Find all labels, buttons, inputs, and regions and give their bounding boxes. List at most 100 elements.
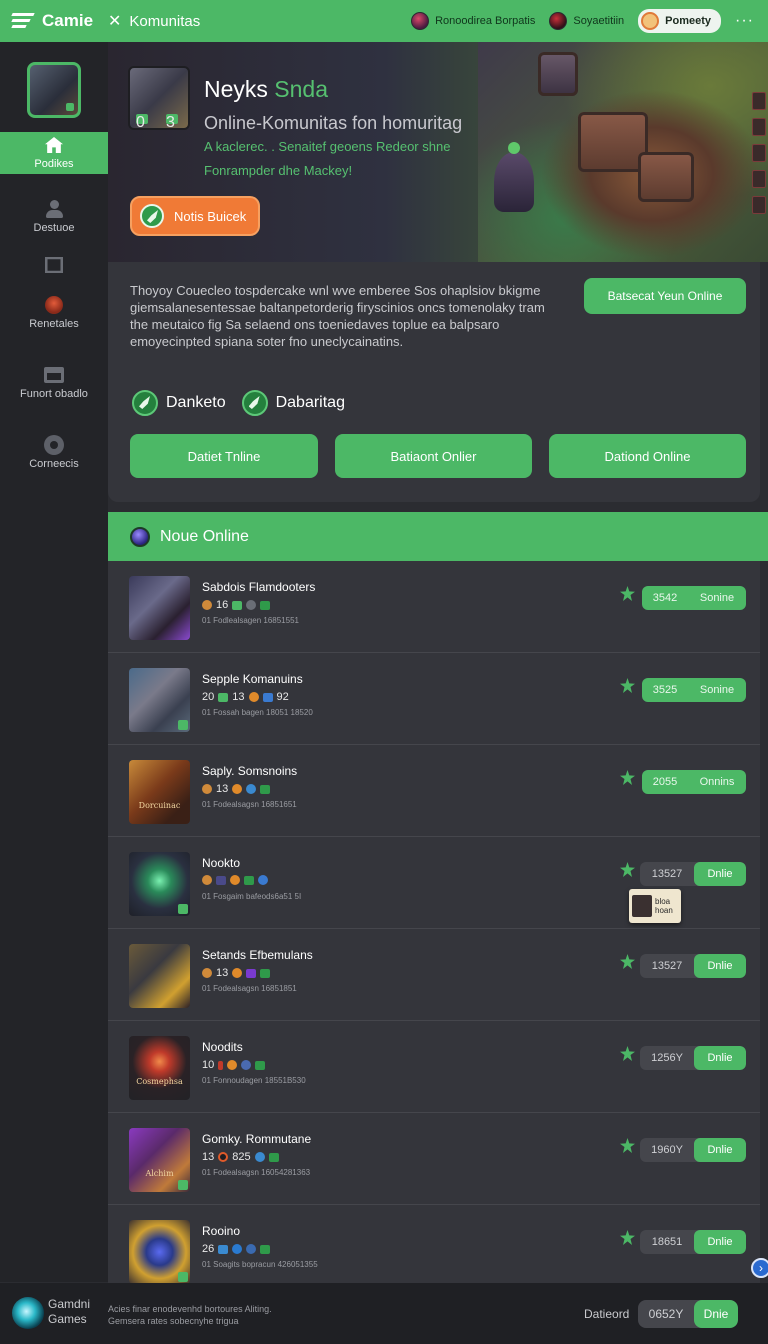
sidebar-item-label: Funort obadlo bbox=[20, 388, 88, 400]
sidebar-item-funort[interactable]: Funort obadlo bbox=[0, 362, 108, 404]
coin-icon bbox=[202, 784, 212, 794]
star-icon[interactable] bbox=[620, 586, 635, 601]
gear-icon bbox=[230, 875, 240, 885]
top-user-2[interactable]: Soyaetitiin bbox=[549, 12, 624, 30]
sidebar-item-chart[interactable] bbox=[0, 252, 108, 278]
meta-count: 20 bbox=[202, 691, 215, 703]
stat-label: Dnlie bbox=[694, 1138, 746, 1162]
menu-icon bbox=[262, 692, 273, 702]
flag-icon bbox=[260, 784, 271, 794]
game-thumbnail[interactable] bbox=[129, 1220, 190, 1284]
sidebar-item-label: Renetales bbox=[29, 318, 79, 330]
castle-image bbox=[638, 152, 694, 202]
online-list-header: Noue Online bbox=[108, 512, 768, 561]
sidebar-item-podikes[interactable]: Podikes bbox=[0, 132, 108, 174]
sidebar-avatar[interactable] bbox=[27, 62, 81, 118]
star-icon[interactable] bbox=[620, 862, 635, 877]
badge-icon bbox=[178, 1272, 188, 1282]
star-icon[interactable] bbox=[620, 1230, 635, 1245]
game-meta: 20 13 92 bbox=[202, 691, 289, 703]
more-options-icon[interactable]: ··· bbox=[735, 12, 754, 30]
online-cta-button[interactable]: Batsecat Yeun Online bbox=[584, 278, 746, 314]
online-button-2[interactable]: Batiaont Onlier bbox=[335, 434, 532, 478]
app-logo[interactable]: Camie bbox=[0, 11, 108, 31]
star-icon[interactable] bbox=[620, 770, 635, 785]
game-thumbnail[interactable]: Cosmephsa bbox=[129, 1036, 190, 1100]
list-item[interactable]: Dorcuinac Saply. Somsnoins 13 01 Fodeals… bbox=[108, 745, 760, 837]
online-stat[interactable]: 13527 Dnlie bbox=[640, 862, 746, 886]
tag-icon bbox=[216, 875, 226, 885]
globe-icon bbox=[232, 1244, 243, 1254]
close-icon[interactable]: ✕ bbox=[108, 11, 121, 31]
flag-icon bbox=[268, 1152, 279, 1162]
sidebar-item-destuoe[interactable]: Destuoe bbox=[0, 196, 108, 238]
hero-action-button[interactable]: Notis Buicek bbox=[130, 196, 260, 236]
game-name: Gomky. Rommutane bbox=[202, 1132, 312, 1146]
online-list-title: Noue Online bbox=[160, 527, 249, 545]
game-meta: 10 bbox=[202, 1059, 266, 1071]
star-icon[interactable] bbox=[620, 954, 635, 969]
gear-icon bbox=[227, 1060, 238, 1070]
game-thumbnail[interactable] bbox=[129, 576, 190, 640]
chip-dabaritag[interactable]: Dabaritag bbox=[241, 390, 345, 416]
list-item[interactable]: Rooino 26 01 Soagits bopracun 426051355 … bbox=[108, 1205, 760, 1284]
game-subtext: 01 Fodealsagsn 16851651 bbox=[202, 800, 297, 809]
chip-danketo[interactable]: Danketo bbox=[132, 390, 226, 416]
game-thumbnail[interactable]: Dorcuinac bbox=[129, 760, 190, 824]
stat-label: Sonine bbox=[699, 592, 735, 604]
game-name: Sabdois Flamdooters bbox=[202, 580, 316, 594]
badge-icon bbox=[178, 904, 188, 914]
game-thumbnail[interactable] bbox=[129, 668, 190, 732]
online-stat[interactable]: 13527 Dnlie bbox=[640, 954, 746, 978]
footer-online-stat[interactable]: 0652Y Dnie bbox=[638, 1300, 738, 1328]
game-subtext: 01 Fosgaim bafeods6a51 5I bbox=[202, 892, 302, 901]
badge-icon bbox=[178, 720, 188, 730]
stat-value: 13527 bbox=[651, 868, 683, 880]
star-icon[interactable] bbox=[620, 1046, 635, 1061]
online-stat[interactable]: 1256Y Dnlie bbox=[640, 1046, 746, 1070]
breadcrumb: ✕ Komunitas bbox=[108, 11, 200, 31]
game-thumbnail[interactable] bbox=[129, 852, 190, 916]
star-icon[interactable] bbox=[620, 1138, 635, 1153]
gear-icon bbox=[232, 968, 243, 978]
online-stat[interactable]: 18651 Dnlie bbox=[640, 1230, 746, 1254]
top-user-1[interactable]: Ronoodirea Borpatis bbox=[411, 12, 535, 30]
globe-icon bbox=[246, 1244, 257, 1254]
hero-subtitle: Online-Komunitas fon homuritag bbox=[204, 113, 463, 133]
online-stat[interactable]: 1960Y Dnlie bbox=[640, 1138, 746, 1162]
box-icon bbox=[44, 367, 64, 383]
profile-menu[interactable]: Pomeety bbox=[638, 9, 722, 33]
online-button-3[interactable]: Dationd Online bbox=[549, 434, 746, 478]
star-icon[interactable] bbox=[620, 678, 635, 693]
game-subtext: 01 Fossah bagen 18051 18520 bbox=[202, 708, 313, 717]
avatar-icon bbox=[549, 12, 568, 30]
list-item[interactable]: Sabdois Flamdooters 16 01 Fodlealsagen 1… bbox=[108, 561, 760, 653]
online-stat[interactable]: 2055 Onnins bbox=[642, 770, 746, 794]
stat-value: 2055 bbox=[652, 776, 678, 788]
game-thumbnail[interactable] bbox=[129, 944, 190, 1008]
globe-icon bbox=[241, 1060, 252, 1070]
top-user-1-name: Ronoodirea Borpatis bbox=[435, 15, 536, 27]
online-stat[interactable]: 3525 Sonine bbox=[642, 678, 746, 702]
list-item[interactable]: Alchim Gomky. Rommutane 13 825 01 Fodeal… bbox=[108, 1113, 760, 1205]
game-subtext: 01 Fodealsagsn 16054281363 bbox=[202, 1168, 311, 1177]
sidebar-item-renetales[interactable]: Renetales bbox=[0, 292, 108, 334]
list-item[interactable]: Cosmephsa Noodits 10 01 Fonnoudagen 1855… bbox=[108, 1021, 760, 1113]
hero-game-thumbnail[interactable]: 0 3 bbox=[128, 66, 190, 131]
next-page-button[interactable]: › bbox=[751, 1258, 768, 1278]
stat-label: Dnie bbox=[694, 1300, 738, 1328]
breadcrumb-current[interactable]: Komunitas bbox=[129, 13, 200, 30]
thumb-badge: 0 bbox=[136, 114, 148, 131]
list-item[interactable]: Sepple Komanuins 20 13 92 01 Fossah bage… bbox=[108, 653, 760, 745]
sidebar-item-label: Podikes bbox=[34, 158, 74, 170]
meta-count: 13 bbox=[216, 967, 229, 979]
stat-label: Onnins bbox=[699, 776, 735, 788]
game-thumbnail[interactable]: Alchim bbox=[129, 1128, 190, 1192]
game-subtext: 01 Soagits bopracun 426051355 bbox=[202, 1260, 318, 1269]
list-item[interactable]: Setands Efbemulans 13 01 Fodealsagsn 168… bbox=[108, 929, 760, 1021]
online-stat[interactable]: 3542 Sonine bbox=[642, 586, 746, 610]
online-button-1[interactable]: Datiet Tnline bbox=[130, 434, 318, 478]
orb-icon bbox=[130, 526, 150, 547]
game-name: Setands Efbemulans bbox=[202, 948, 313, 962]
sidebar-item-corneecis[interactable]: Corneecis bbox=[0, 432, 108, 474]
